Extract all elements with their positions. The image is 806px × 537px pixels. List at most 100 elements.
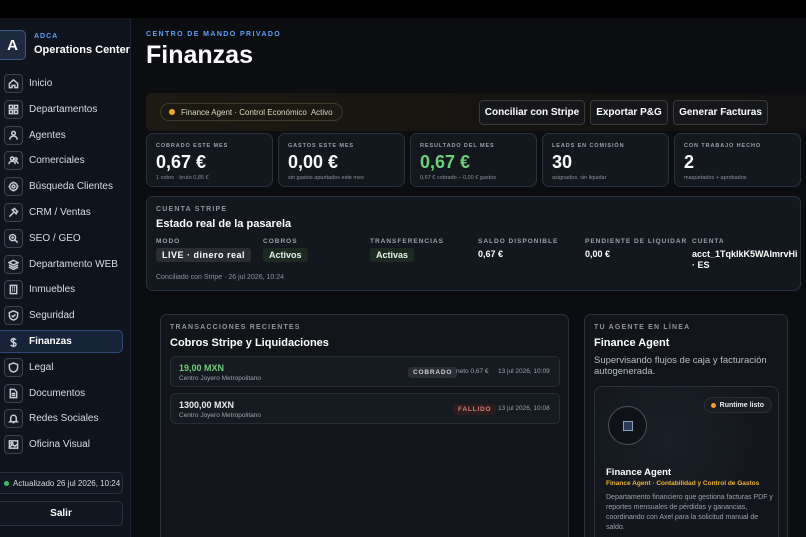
- kpi-card-cobrado: COBRADO ESTE MES 0,67 € 1 cobro · bruto …: [146, 133, 273, 187]
- sidebar-item-label: Seguridad: [29, 310, 75, 322]
- agent-toolbar: Finance Agent · Control Económico Activo…: [146, 93, 806, 131]
- kpi-sub: 1 cobro · bruto 0,85 €: [156, 175, 209, 181]
- kpi-card-gastos: GASTOS ESTE MES 0,00 € sin gastos apunta…: [278, 133, 405, 187]
- reconciled-footnote: Conciliado con Stripe · 26 jul 2026, 10:…: [156, 274, 285, 281]
- stripe-balance: SALDO DISPONIBLE 0,67 €: [478, 238, 558, 259]
- transaction-date: 13 jul 2026, 10:08: [498, 405, 550, 412]
- runtime-status-text: Runtime listo: [719, 401, 764, 409]
- stripe-account: CUENTA acct_1TqkIkK5WAlmrvHi · ES: [692, 238, 798, 271]
- sidebar-item-seguridad[interactable]: Seguridad: [0, 304, 131, 327]
- agent-status-pill[interactable]: Finance Agent · Control Económico Activo: [160, 103, 343, 121]
- kpi-card-trabajo-hecho: CON TRABAJO HECHO 2 maquetados + aprobad…: [674, 133, 801, 187]
- sidebar-item-agentes[interactable]: Agentes: [0, 124, 131, 147]
- runtime-status-dot: [710, 403, 716, 408]
- sidebar-item-inmuebles[interactable]: Inmuebles: [0, 278, 131, 301]
- sidebar-item-label: Departamentos: [29, 103, 98, 115]
- brand-logo[interactable]: A: [0, 30, 26, 60]
- kpi-sub: sin gastos apuntados este mes: [288, 175, 364, 181]
- agent-status-dot: [169, 109, 175, 115]
- available-balance-value: 0,67 €: [478, 249, 504, 259]
- online-agent-panel: TU AGENTE EN LÍNEA Finance Agent Supervi…: [584, 314, 788, 537]
- transaction-client: Centro Joyero Metropolitano: [179, 375, 262, 382]
- sidebar-item-finanzas[interactable]: Finanzas: [0, 329, 123, 353]
- dollar-icon: [4, 333, 23, 352]
- kpi-card-resultado: RESULTADO DEL MES 0,67 € 0,67 € cobrado …: [410, 133, 537, 187]
- sidebar-item-label: Finanzas: [29, 335, 72, 347]
- sidebar-nav: Inicio Departamentos Agentes Comerciales…: [0, 72, 131, 459]
- search-icon: [4, 228, 23, 248]
- page-eyebrow: CENTRO DE MANDO PRIVADO: [146, 31, 282, 38]
- status-badge: FALLIDO: [453, 404, 497, 415]
- shield-icon: [4, 306, 23, 326]
- stripe-pending: PENDIENTE DE LIQUIDAR 0,00 €: [585, 238, 687, 259]
- sidebar-item-departamentos[interactable]: Departamentos: [0, 98, 131, 121]
- kpi-value: 30: [552, 152, 573, 172]
- sidebar-item-busqueda-clientes[interactable]: Búsqueda Clientes: [0, 175, 131, 198]
- sidebar-item-documentos[interactable]: Documentos: [0, 382, 131, 405]
- users-icon: [4, 151, 23, 171]
- sidebar-item-oficina-visual[interactable]: Oficina Visual: [0, 433, 131, 456]
- stripe-account-panel: CUENTA STRIPE Estado real de la pasarela…: [146, 196, 801, 291]
- kpi-sub: asignados, sin liquidar: [552, 175, 607, 181]
- transaction-amount: 19,00 MXN: [179, 363, 225, 373]
- sidebar-item-inicio[interactable]: Inicio: [0, 72, 131, 95]
- document-icon: [4, 383, 23, 403]
- brand: A ADCA Operations Center: [0, 30, 131, 64]
- page-title: Finanzas: [146, 41, 253, 69]
- generate-invoices-button[interactable]: Generar Facturas: [673, 100, 768, 125]
- agent-card-name: Finance Agent: [606, 467, 672, 478]
- agent-section-tag: TU AGENTE EN LÍNEA: [594, 324, 691, 331]
- crm-icon: [4, 202, 23, 222]
- agents-icon: [4, 125, 23, 145]
- image-icon: [4, 435, 23, 455]
- table-row[interactable]: 19,00 MXN Centro Joyero Metropolitano CO…: [170, 356, 560, 387]
- sidebar-item-label: Comerciales: [29, 155, 85, 167]
- kpi-value: 2: [684, 152, 695, 172]
- agent-avatar-icon: [622, 420, 633, 431]
- brand-tag: ADCA: [34, 33, 59, 40]
- kpi-value: 0,00 €: [288, 152, 339, 172]
- transactions-section-title: Cobros Stripe y Liquidaciones: [170, 337, 329, 349]
- home-icon: [4, 74, 23, 93]
- sidebar-item-label: Redes Sociales: [29, 413, 99, 425]
- runtime-status-badge: Runtime listo: [703, 397, 772, 413]
- sidebar-item-legal[interactable]: Legal: [0, 356, 131, 379]
- stripe-field-label: SALDO DISPONIBLE: [478, 238, 559, 245]
- sidebar-item-label: Inicio: [29, 78, 53, 89]
- agent-profile-card[interactable]: Runtime listo Finance Agent Finance Agen…: [594, 386, 779, 537]
- kpi-label: COBRADO ESTE MES: [156, 143, 229, 149]
- sidebar-item-comerciales[interactable]: Comerciales: [0, 149, 131, 172]
- transaction-date: 13 jul 2026, 10:09: [498, 368, 550, 375]
- sidebar-item-crm-ventas[interactable]: CRM / Ventas: [0, 201, 131, 224]
- kpi-sub: 0,67 € cobrado − 0,00 € gastos: [420, 175, 496, 181]
- brand-name: Operations Center: [34, 44, 130, 56]
- sidebar-item-redes-sociales[interactable]: Redes Sociales: [0, 407, 131, 430]
- building-icon: [4, 280, 23, 300]
- window-top-bar: [0, 0, 806, 18]
- kpi-label: LEADS EN COMISIÓN: [552, 143, 625, 149]
- stripe-section-title: Estado real de la pasarela: [156, 218, 292, 230]
- kpi-label: RESULTADO DEL MES: [420, 143, 495, 149]
- agent-description: Supervisando flujos de caja y facturació…: [594, 355, 767, 377]
- pending-payout-value: 0,00 €: [585, 249, 611, 259]
- export-pyg-button[interactable]: Exportar P&G: [590, 100, 668, 125]
- kpi-value: 0,67 €: [156, 152, 207, 172]
- sidebar-item-label: Legal: [29, 361, 54, 373]
- table-row[interactable]: 1300,00 MXN Centro Joyero Metropolitano …: [170, 393, 560, 424]
- stripe-section-tag: CUENTA STRIPE: [156, 206, 228, 213]
- sidebar-item-departamento-web[interactable]: Departamento WEB: [0, 253, 131, 276]
- sidebar-item-seo-geo[interactable]: SEO / GEO: [0, 227, 131, 250]
- sidebar-item-label: Documentos: [29, 387, 86, 399]
- main-content: CENTRO DE MANDO PRIVADO Finanzas Finance…: [131, 18, 806, 537]
- agent-status: Activo: [310, 107, 333, 117]
- reconcile-stripe-button[interactable]: Conciliar con Stripe: [479, 100, 585, 125]
- kpi-sub: maquetados + aprobados: [684, 175, 747, 181]
- sidebar-item-label: CRM / Ventas: [29, 206, 91, 218]
- bell-icon: [4, 409, 23, 429]
- recent-transactions-panel: TRANSACCIONES RECIENTES Cobros Stripe y …: [160, 314, 569, 537]
- transaction-client: Centro Joyero Metropolitano: [179, 412, 262, 419]
- transactions-section-tag: TRANSACCIONES RECIENTES: [170, 324, 301, 331]
- target-icon: [4, 177, 23, 197]
- logout-button[interactable]: Salir: [0, 501, 123, 526]
- last-updated-status: Actualizado 26 jul 2026, 10:24: [0, 472, 123, 494]
